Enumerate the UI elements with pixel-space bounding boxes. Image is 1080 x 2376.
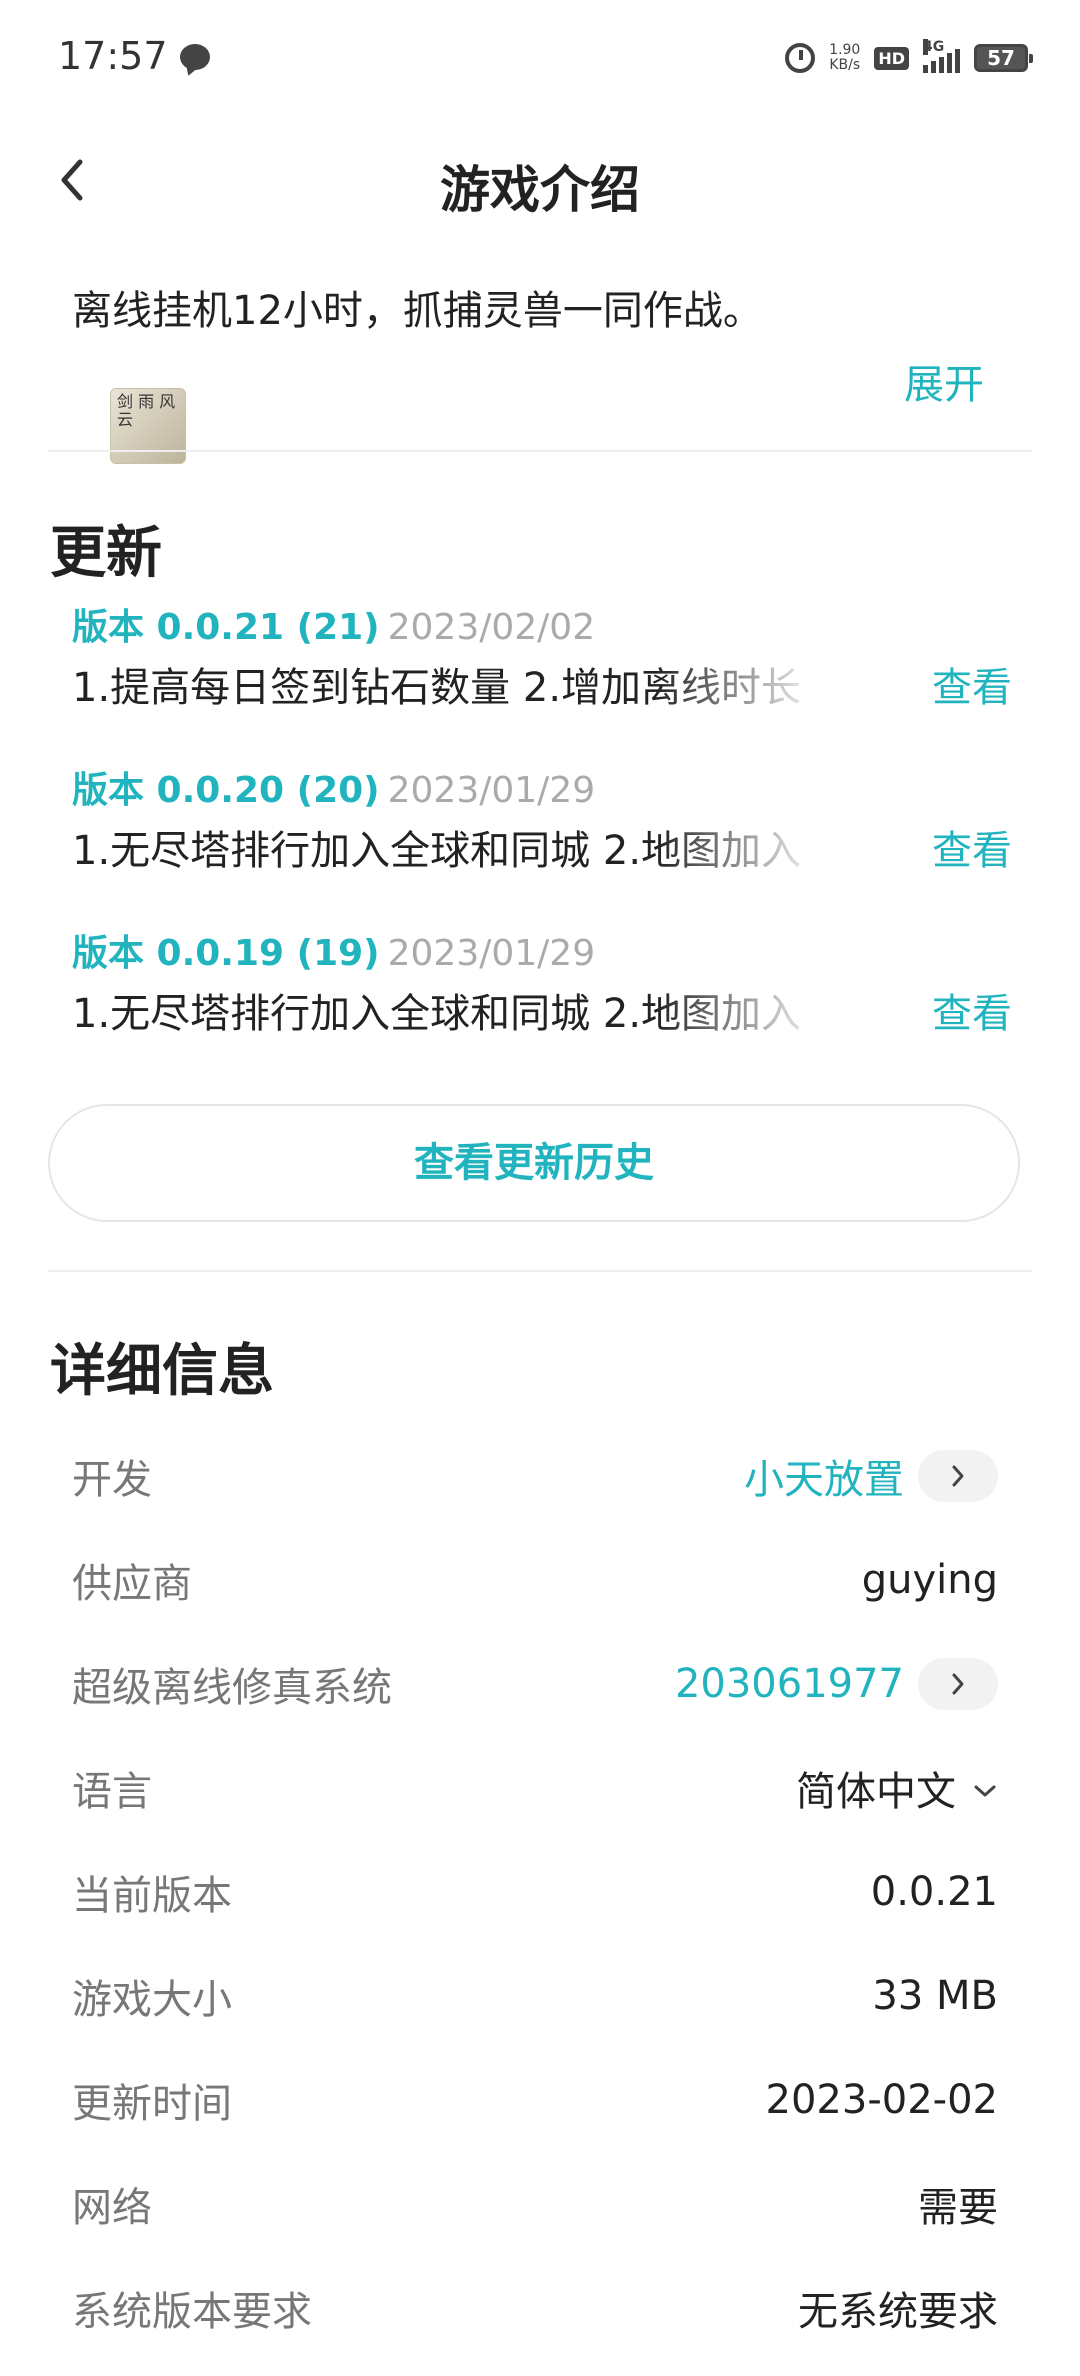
- signal-icon: 4G: [923, 39, 960, 73]
- chevron-right-icon[interactable]: [918, 1450, 998, 1502]
- info-row-developer[interactable]: 开发 小天放置: [72, 1444, 998, 1508]
- developer-name[interactable]: 小天放置: [744, 1447, 904, 1505]
- status-time: 17:57: [58, 34, 168, 78]
- status-bar: 17:57 1.90 KB/s HD 4G 57: [0, 0, 1080, 120]
- info-value: 简体中文: [796, 1759, 998, 1817]
- status-indicators: 1.90 KB/s HD 4G 57: [785, 38, 1033, 78]
- update-version: 版本 0.0.21 (21): [72, 607, 380, 648]
- update-history-button[interactable]: 查看更新历史: [48, 1104, 1020, 1222]
- update-header: 版本 0.0.20 (20) 2023/01/29: [72, 767, 1012, 815]
- game-thumbnail[interactable]: 剑 雨 风 云: [110, 388, 186, 464]
- details-section-title: 详细信息: [50, 1339, 274, 1404]
- info-row-update-time: 更新时间 2023-02-02: [72, 2068, 998, 2132]
- battery-icon: 57: [974, 44, 1033, 72]
- update-item: 版本 0.0.19 (19) 2023/01/29 1.无尽塔排行加入全球和同城 …: [72, 930, 1012, 1080]
- info-label: 开发: [72, 1457, 152, 1503]
- update-description: 1.无尽塔排行加入全球和同城 2.地图加入: [72, 828, 802, 874]
- expand-button[interactable]: 展开: [904, 352, 984, 410]
- info-label: 网络: [72, 2185, 152, 2231]
- game-intro-text: 离线挂机12小时，抓捕灵兽一同作战。: [72, 288, 763, 334]
- update-date: 2023/02/02: [387, 607, 596, 648]
- info-row-network: 网络 需要: [72, 2172, 998, 2236]
- view-update-button[interactable]: 查看: [932, 660, 1012, 716]
- info-label: 超级离线修真系统: [72, 1665, 392, 1711]
- update-date: 2023/01/29: [387, 933, 596, 974]
- chevron-down-icon[interactable]: [972, 1765, 998, 1811]
- info-label: 语言: [72, 1769, 152, 1815]
- group-number[interactable]: 203061977: [675, 1661, 904, 1707]
- info-row-game-size: 游戏大小 33 MB: [72, 1964, 998, 2028]
- divider: [48, 450, 1032, 452]
- info-row-system-requirement: 系统版本要求 无系统要求: [72, 2276, 998, 2340]
- page-title: 游戏介绍: [440, 161, 640, 219]
- update-description: 1.无尽塔排行加入全球和同城 2.地图加入: [72, 991, 802, 1037]
- view-update-button[interactable]: 查看: [932, 986, 1012, 1042]
- info-row-language[interactable]: 语言 简体中文: [72, 1756, 998, 1820]
- info-value: 33 MB: [872, 1973, 998, 2019]
- info-row-current-version: 当前版本 0.0.21: [72, 1860, 998, 1924]
- update-header: 版本 0.0.19 (19) 2023/01/29: [72, 930, 1012, 978]
- update-version: 版本 0.0.20 (20): [72, 770, 380, 811]
- update-item: 版本 0.0.21 (21) 2023/02/02 1.提高每日签到钻石数量 2.…: [72, 604, 1012, 754]
- update-description: 1.提高每日签到钻石数量 2.增加离线时长: [72, 665, 802, 711]
- info-value: 2023-02-02: [765, 2077, 998, 2123]
- divider: [48, 1270, 1032, 1272]
- update-version: 版本 0.0.19 (19): [72, 933, 380, 974]
- info-value: 203061977: [675, 1658, 998, 1710]
- info-label: 供应商: [72, 1561, 192, 1607]
- info-value: guying: [861, 1557, 998, 1603]
- info-row-group[interactable]: 超级离线修真系统 203061977: [72, 1652, 998, 1716]
- network-speed-unit: KB/s: [829, 57, 861, 73]
- update-date: 2023/01/29: [387, 770, 596, 811]
- hd-badge: HD: [874, 46, 909, 70]
- info-label: 系统版本要求: [72, 2289, 312, 2335]
- network-speed: 1.90 KB/s: [829, 43, 860, 73]
- language-value[interactable]: 简体中文: [796, 1759, 956, 1817]
- update-item: 版本 0.0.20 (20) 2023/01/29 1.无尽塔排行加入全球和同城 …: [72, 767, 1012, 917]
- view-update-button[interactable]: 查看: [932, 823, 1012, 879]
- info-value: 需要: [918, 2185, 998, 2231]
- signal-type: 4G: [923, 39, 945, 55]
- alarm-icon: [785, 43, 816, 73]
- header: 游戏介绍: [0, 130, 1080, 230]
- chevron-right-icon[interactable]: [918, 1658, 998, 1710]
- info-value: 小天放置: [744, 1447, 998, 1505]
- info-value: 无系统要求: [798, 2289, 998, 2335]
- info-label: 更新时间: [72, 2081, 232, 2127]
- network-speed-value: 1.90: [829, 42, 861, 58]
- info-label: 游戏大小: [72, 1977, 232, 2023]
- info-value: 0.0.21: [870, 1869, 998, 1915]
- chat-notification-icon: [180, 44, 210, 70]
- updates-section-title: 更新: [50, 521, 162, 586]
- info-row-supplier: 供应商 guying: [72, 1548, 998, 1612]
- info-label: 当前版本: [72, 1873, 232, 1919]
- update-header: 版本 0.0.21 (21) 2023/02/02: [72, 604, 1012, 652]
